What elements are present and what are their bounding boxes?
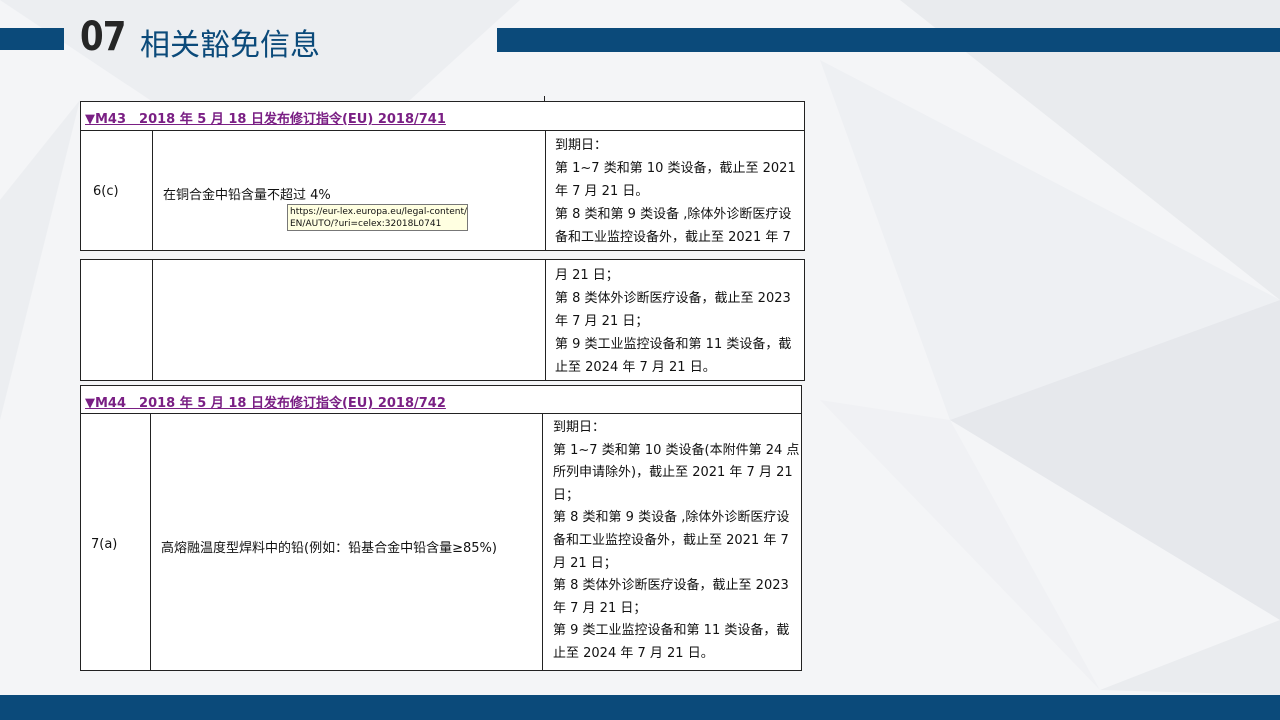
expiry-line: 备和工业监控设备外，截止至 2021 年 7 <box>553 532 789 548</box>
row-description: 高熔融温度型焊料中的铅(例如：铅基合金中铅含量≥85%) <box>161 541 497 556</box>
tooltip-line: https://eur-lex.europa.eu/legal-content/ <box>290 207 468 217</box>
header-bar-right <box>497 28 1280 52</box>
expiry-line: 年 7 月 21 日； <box>555 314 649 329</box>
expiry-line: 止至 2024 年 7 月 21 日。 <box>555 360 716 375</box>
expiry-line: 第 8 类和第 9 类设备 ,除体外诊断医疗设 <box>555 207 792 222</box>
expiry-line: 第 8 类体外诊断医疗设备，截止至 2023 <box>553 578 789 594</box>
m44-table: ▼M44 2018 年 5 月 18 日发布修订指令(EU) 2018/742 … <box>80 385 802 671</box>
expiry-cell: 到期日： 第 1~7 类和第 10 类设备，截止至 2021 年 7 月 21 … <box>555 134 796 249</box>
row-id: 6(c) <box>93 184 119 199</box>
expiry-line: 第 1~7 类和第 10 类设备，截止至 2021 <box>555 161 796 176</box>
m43-table-part2: 月 21 日； 第 8 类体外诊断医疗设备，截止至 2023 年 7 月 21 … <box>80 259 805 381</box>
row-description: 在铜合金中铅含量不超过 4% <box>163 188 331 203</box>
col-divider <box>545 260 546 380</box>
expiry-line: 第 8 类体外诊断医疗设备，截止至 2023 <box>555 291 791 306</box>
col-divider <box>150 414 151 670</box>
expiry-line: 月 21 日； <box>555 268 619 283</box>
col-divider <box>545 131 546 250</box>
expiry-cell: 月 21 日； 第 8 类体外诊断医疗设备，截止至 2023 年 7 月 21 … <box>555 264 791 379</box>
expiry-line: 日； <box>553 487 580 503</box>
expiry-line: 第 9 类工业监控设备和第 11 类设备，截 <box>555 337 792 352</box>
expiry-line: 第 1~7 类和第 10 类设备(本附件第 24 点 <box>553 442 800 458</box>
m43-header-row: ▼M43 2018 年 5 月 18 日发布修订指令(EU) 2018/741 <box>81 102 804 131</box>
expiry-line: 第 9 类工业监控设备和第 11 类设备，截 <box>553 623 790 639</box>
expiry-line: 第 8 类和第 9 类设备 ,除体外诊断医疗设 <box>553 510 790 526</box>
m43-header-text: ▼M43 2018 年 5 月 18 日发布修订指令(EU) 2018/741 <box>85 112 446 127</box>
slide-title: 相关豁免信息 <box>140 28 320 63</box>
m44-header-text: ▼M44 2018 年 5 月 18 日发布修订指令(EU) 2018/742 <box>85 396 446 411</box>
expiry-cell: 到期日： 第 1~7 类和第 10 类设备(本附件第 24 点 所列申请除外)，… <box>553 417 799 666</box>
expiry-line: 止至 2024 年 7 月 21 日。 <box>553 645 714 661</box>
col-divider <box>542 414 543 670</box>
expiry-line: 备和工业监控设备外，截止至 2021 年 7 <box>555 230 791 245</box>
col-divider <box>152 131 153 250</box>
row-id: 7(a) <box>91 537 118 552</box>
slide-number: 07 <box>80 14 126 60</box>
expiry-line: 年 7 月 21 日。 <box>555 184 649 199</box>
col-divider <box>152 260 153 380</box>
footer-bar <box>0 695 1280 720</box>
expiry-line: 所列申请除外)，截止至 2021 年 7 月 21 <box>553 465 793 481</box>
tooltip-line: EN/AUTO/?uri=celex:32018L0741 <box>290 219 442 229</box>
link-tooltip: https://eur-lex.europa.eu/legal-content/… <box>287 204 468 231</box>
m44-header-row: ▼M44 2018 年 5 月 18 日发布修订指令(EU) 2018/742 <box>81 386 801 414</box>
expiry-line: 到期日： <box>555 138 608 153</box>
expiry-line: 月 21 日； <box>553 555 617 571</box>
expiry-line: 到期日： <box>553 420 606 435</box>
header-bar-left <box>0 28 64 50</box>
expiry-line: 年 7 月 21 日； <box>553 600 647 616</box>
